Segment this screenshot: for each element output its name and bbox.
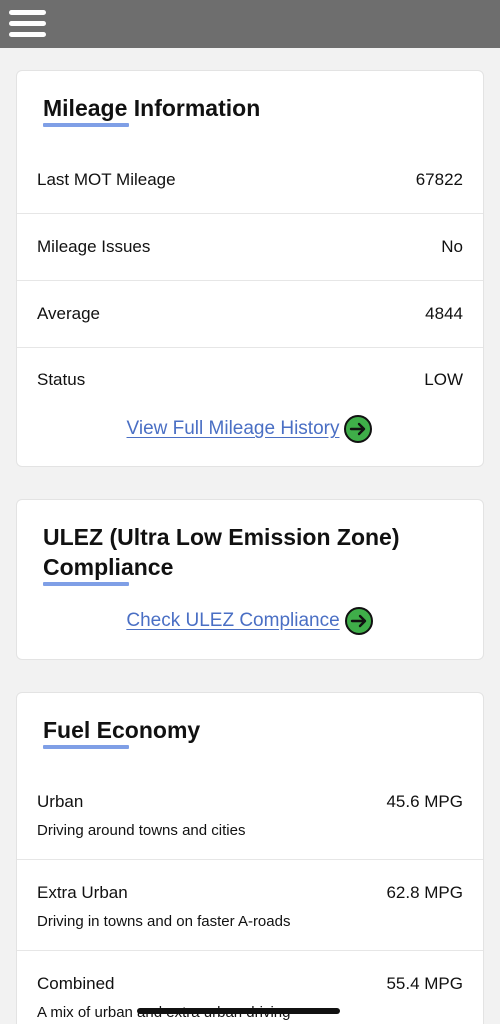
mileage-row-status: Status LOW [17,347,483,414]
fuel-row-value: 55.4 MPG [386,974,463,993]
menu-line [9,32,46,37]
ulez-card-title-line2: Compliance [43,554,174,580]
arrow-right-circle-icon [344,415,373,443]
row-label: Average [37,304,101,323]
fuel-row-description: Driving around towns and cities [37,822,246,839]
check-ulez-compliance-link[interactable]: Check ULEZ Compliance [17,607,483,635]
row-label: Last MOT Mileage [37,170,176,189]
home-indicator [137,1008,340,1014]
fuel-economy-card: Fuel Economy Urban Driving around towns … [16,692,484,1024]
row-label: Mileage Issues [37,237,151,256]
ulez-card-title: ULEZ (Ultra Low Emission Zone) [43,524,400,550]
title-underline [43,123,129,127]
mileage-row-average: Average 4844 [17,281,483,348]
row-value: 4844 [425,304,463,323]
mileage-card-title: Mileage Information [43,95,261,121]
fuel-row-description: Driving in towns and on faster A-roads [37,913,291,930]
title-underline [43,582,129,586]
fuel-row-value: 62.8 MPG [386,883,463,902]
mileage-row-issues: Mileage Issues No [17,214,483,281]
fuel-row-extra-urban: Extra Urban Driving in towns and on fast… [17,860,483,951]
title-underline [43,745,129,749]
link-label: View Full Mileage History [126,418,340,439]
hamburger-menu-icon[interactable] [9,9,46,39]
arrow-right-circle-icon [344,607,373,635]
fuel-row-value: 45.6 MPG [386,792,463,811]
menu-line [9,10,46,15]
fuel-row-label: Extra Urban [37,883,128,902]
row-value: 67822 [415,170,463,189]
row-value: LOW [424,370,463,389]
menu-line [9,21,46,26]
mileage-information-card: Mileage Information Last MOT Mileage 678… [16,70,484,467]
fuel-row-label: Urban [37,792,84,811]
view-mileage-history-link[interactable]: View Full Mileage History [17,415,483,443]
fuel-row-urban: Urban Driving around towns and cities 45… [17,769,483,860]
row-value: No [441,237,463,256]
fuel-row-label: Combined [37,974,115,993]
ulez-compliance-card: ULEZ (Ultra Low Emission Zone) Complianc… [16,499,484,660]
row-label: Status [37,370,86,389]
top-app-bar [0,0,500,48]
link-label: Check ULEZ Compliance [126,610,340,631]
mileage-row-last-mot: Last MOT Mileage 67822 [17,147,483,214]
fuel-card-title: Fuel Economy [43,717,201,743]
